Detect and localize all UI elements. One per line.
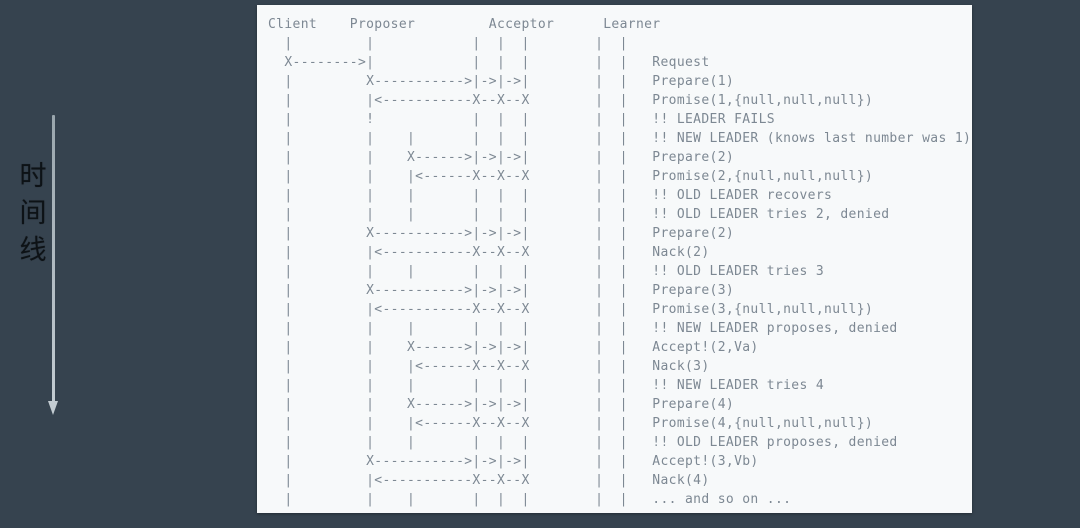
paxos-ascii-sequence-diagram: Client Proposer Acceptor Learner | | | |…	[268, 17, 972, 507]
arrow-shaft	[52, 115, 55, 403]
timeline-annotation: 时 间 线	[0, 110, 110, 430]
diagram-panel: Client Proposer Acceptor Learner | | | |…	[257, 5, 972, 513]
arrow-head	[48, 401, 58, 415]
downward-arrow-icon	[47, 115, 61, 417]
